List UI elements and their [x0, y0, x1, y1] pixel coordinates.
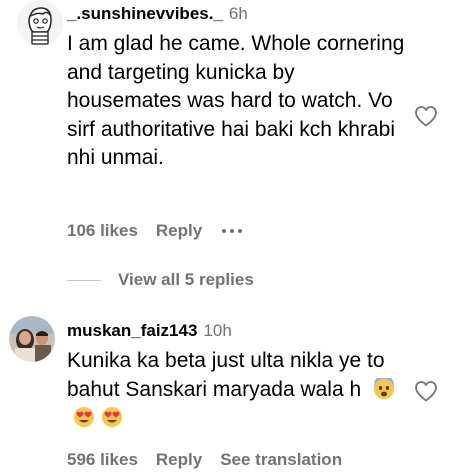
comment-actions: 106 likes Reply: [67, 221, 243, 241]
comment-header: _.sunshinevvibes._ 6h: [67, 4, 248, 24]
username[interactable]: _.sunshinevvibes._: [67, 4, 223, 23]
username[interactable]: muskan_faiz143: [67, 321, 197, 340]
photo-avatar-icon: [9, 316, 55, 362]
view-replies[interactable]: View all 5 replies: [67, 270, 254, 290]
sketch-avatar-icon: [17, 0, 63, 46]
heart-eyes-emoji-icon: [101, 406, 123, 428]
fearful-face-emoji-icon: [373, 374, 395, 400]
timestamp: 10h: [203, 321, 232, 340]
avatar[interactable]: [17, 0, 63, 46]
heart-eyes-emoji-icon: [73, 406, 95, 428]
likes-count[interactable]: 106 likes: [67, 221, 138, 241]
comment-text-body: Kunika ka beta just ulta nikla ye to bah…: [67, 349, 385, 401]
divider: [67, 279, 101, 281]
reply-button[interactable]: Reply: [156, 221, 202, 241]
more-options-icon[interactable]: [222, 229, 243, 233]
reply-button[interactable]: Reply: [156, 450, 202, 470]
view-replies-button[interactable]: View all 5 replies: [118, 270, 254, 290]
avatar[interactable]: [9, 316, 55, 362]
see-translation-button[interactable]: See translation: [220, 450, 342, 470]
comment-text: Kunika ka beta just ulta nikla ye to bah…: [67, 347, 412, 433]
comment-actions: 596 likes Reply See translation: [67, 450, 360, 470]
comment-text: I am glad he came. Whole cornering and t…: [67, 32, 405, 169]
like-heart-icon[interactable]: [414, 380, 438, 402]
likes-count[interactable]: 596 likes: [67, 450, 138, 470]
like-heart-icon[interactable]: [414, 105, 438, 127]
timestamp: 6h: [228, 4, 248, 23]
comment-header: muskan_faiz143 10h: [67, 321, 232, 341]
